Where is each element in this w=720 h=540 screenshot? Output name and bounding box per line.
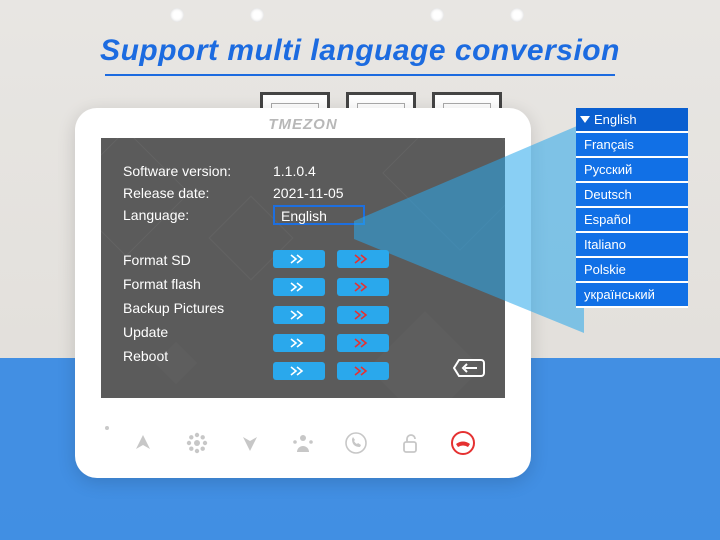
hardware-touch-bar	[75, 414, 531, 478]
software-version-label: Software version:	[123, 163, 273, 179]
software-version-value: 1.1.0.4	[273, 163, 316, 179]
headline: Support multi language conversion	[100, 34, 620, 68]
language-option-english[interactable]: English	[576, 108, 688, 133]
cmd-format-flash-run-button[interactable]	[273, 278, 325, 296]
command-labels: Format SD Format flash Backup Pictures U…	[123, 248, 273, 386]
cmd-update-run-button[interactable]	[273, 334, 325, 352]
language-option-label: Deutsch	[584, 182, 632, 207]
ceiling-lights-decor	[0, 8, 720, 28]
headline-underline	[105, 74, 615, 76]
language-option-label: Polskie	[584, 257, 626, 282]
door-unlock-button[interactable]	[395, 428, 425, 458]
product-feature-slide: Support multi language conversion TMEZON…	[0, 0, 720, 540]
cmd-format-flash-label: Format flash	[123, 272, 273, 296]
intercom-monitor: TMEZON Software version: 1.1.0.4 Release…	[75, 108, 531, 478]
cmd-format-sd-alt-button[interactable]	[337, 250, 389, 268]
cmd-update-label: Update	[123, 320, 273, 344]
cmd-reboot-run-button[interactable]	[273, 362, 325, 380]
cmd-backup-run-button[interactable]	[273, 306, 325, 324]
cmd-format-sd-run-button[interactable]	[273, 250, 325, 268]
release-date-label: Release date:	[123, 185, 273, 201]
language-option-russkiy[interactable]: Русский	[576, 158, 688, 183]
nav-down-button[interactable]	[235, 428, 265, 458]
language-option-deutsch[interactable]: Deutsch	[576, 183, 688, 208]
cmd-format-sd-label: Format SD	[123, 248, 273, 272]
command-buttons	[273, 248, 389, 386]
language-option-espanol[interactable]: Español	[576, 208, 688, 233]
language-option-label: English	[594, 107, 637, 132]
language-option-label: Italiano	[584, 232, 626, 257]
language-option-label: Русский	[584, 157, 632, 182]
cmd-update-alt-button[interactable]	[337, 334, 389, 352]
dropdown-caret-icon	[580, 116, 590, 123]
device-info: Software version: 1.1.0.4 Release date: …	[123, 160, 483, 226]
brand-logo: TMEZON	[268, 116, 337, 133]
language-options-list: English Français Русский Deutsch Español…	[576, 108, 688, 308]
cmd-backup-alt-button[interactable]	[337, 306, 389, 324]
nav-up-button[interactable]	[128, 428, 158, 458]
back-button[interactable]	[453, 355, 487, 384]
language-option-francais[interactable]: Français	[576, 133, 688, 158]
hangup-button[interactable]	[448, 428, 478, 458]
language-label: Language:	[123, 207, 273, 223]
call-answer-button[interactable]	[341, 428, 371, 458]
release-date-value: 2021-11-05	[273, 185, 344, 201]
language-option-polskie[interactable]: Polskie	[576, 258, 688, 283]
language-select[interactable]: English	[273, 205, 365, 225]
settings-screen: Software version: 1.1.0.4 Release date: …	[101, 138, 505, 398]
cmd-format-flash-alt-button[interactable]	[337, 278, 389, 296]
cmd-backup-pictures-label: Backup Pictures	[123, 296, 273, 320]
intercom-transfer-button[interactable]	[288, 428, 318, 458]
language-option-label: Français	[584, 132, 634, 157]
settings-gear-button[interactable]	[182, 428, 212, 458]
cmd-reboot-label: Reboot	[123, 344, 273, 368]
language-option-italiano[interactable]: Italiano	[576, 233, 688, 258]
language-option-label: Español	[584, 207, 631, 232]
language-option-ukrainskyi[interactable]: український	[576, 283, 688, 308]
language-option-label: український	[584, 282, 655, 307]
cmd-reboot-alt-button[interactable]	[337, 362, 389, 380]
